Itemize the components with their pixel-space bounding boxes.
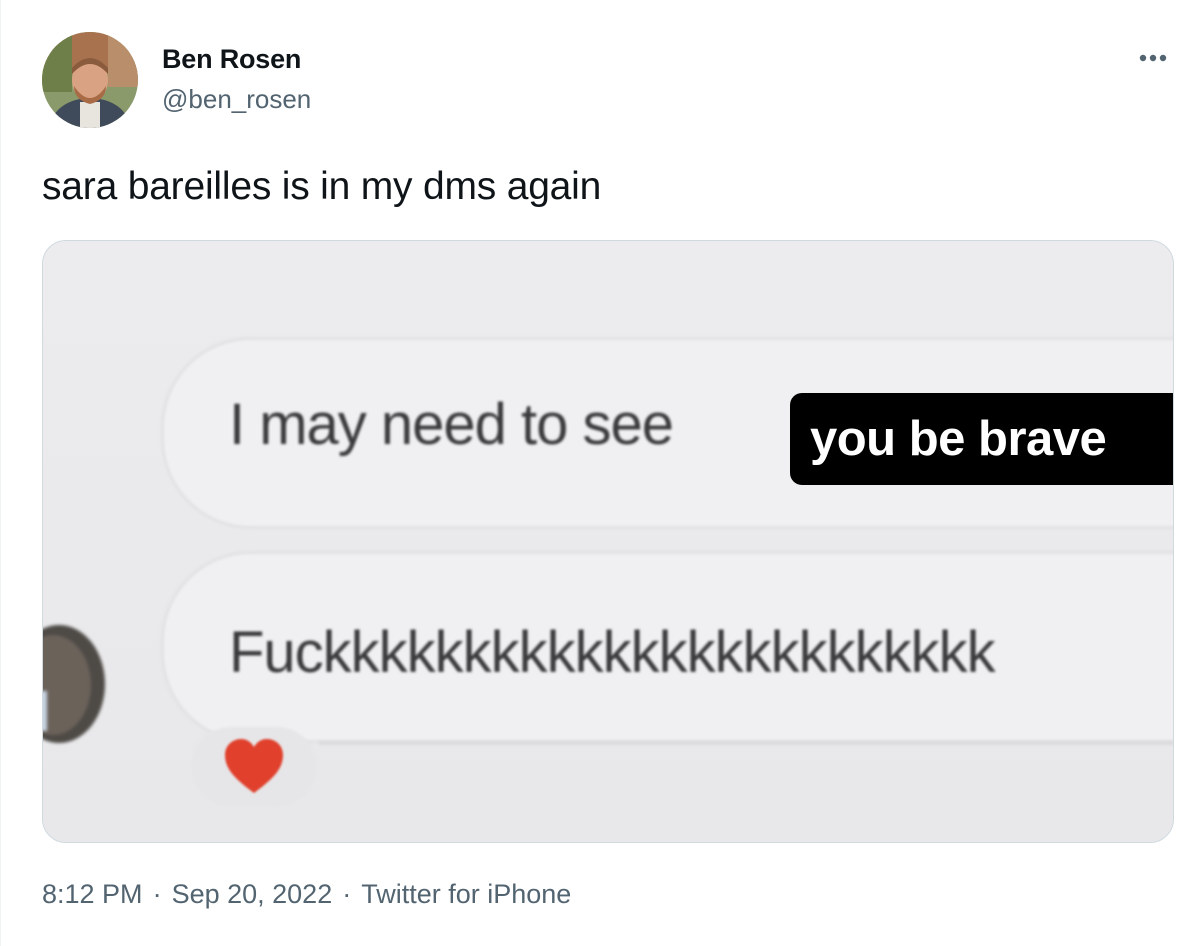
- reaction-badge: [191, 727, 317, 807]
- separator: ·: [152, 879, 162, 909]
- author-handle[interactable]: @ben_rosen: [162, 84, 311, 115]
- tweet-metadata: 8:12 PM · Sep 20, 2022 · Twitter for iPhone: [42, 879, 571, 910]
- tweet-media-image[interactable]: I may need to see Fuckkkkkkkkkkkkkkkkkkk…: [42, 240, 1174, 843]
- author-avatar[interactable]: [42, 32, 138, 128]
- message-text: Fuckkkkkkkkkkkkkkkkkkkkkkkk: [229, 620, 996, 685]
- profile-photo-icon: [42, 32, 138, 128]
- tweet-time[interactable]: 8:12 PM: [42, 879, 143, 910]
- message-text: I may need to see: [229, 392, 674, 457]
- separator: ·: [342, 879, 352, 909]
- divider: [319, 741, 1173, 745]
- tweet-source[interactable]: Twitter for iPhone: [361, 879, 571, 910]
- author-name[interactable]: Ben Rosen: [162, 44, 301, 75]
- dm-screenshot: I may need to see Fuckkkkkkkkkkkkkkkkkkk…: [43, 241, 1173, 842]
- more-options-button[interactable]: [1129, 40, 1177, 76]
- tweet-date[interactable]: Sep 20, 2022: [172, 879, 333, 910]
- caption-overlay: you be brave: [790, 393, 1173, 485]
- heart-icon: [225, 739, 283, 793]
- tweet-card: Ben Rosen @ben_rosen sara bareilles is i…: [0, 0, 1200, 946]
- dm-sender-avatar: [43, 625, 105, 743]
- tweet-text: sara bareilles is in my dms again: [42, 165, 602, 208]
- more-horizontal-icon: [1139, 54, 1167, 62]
